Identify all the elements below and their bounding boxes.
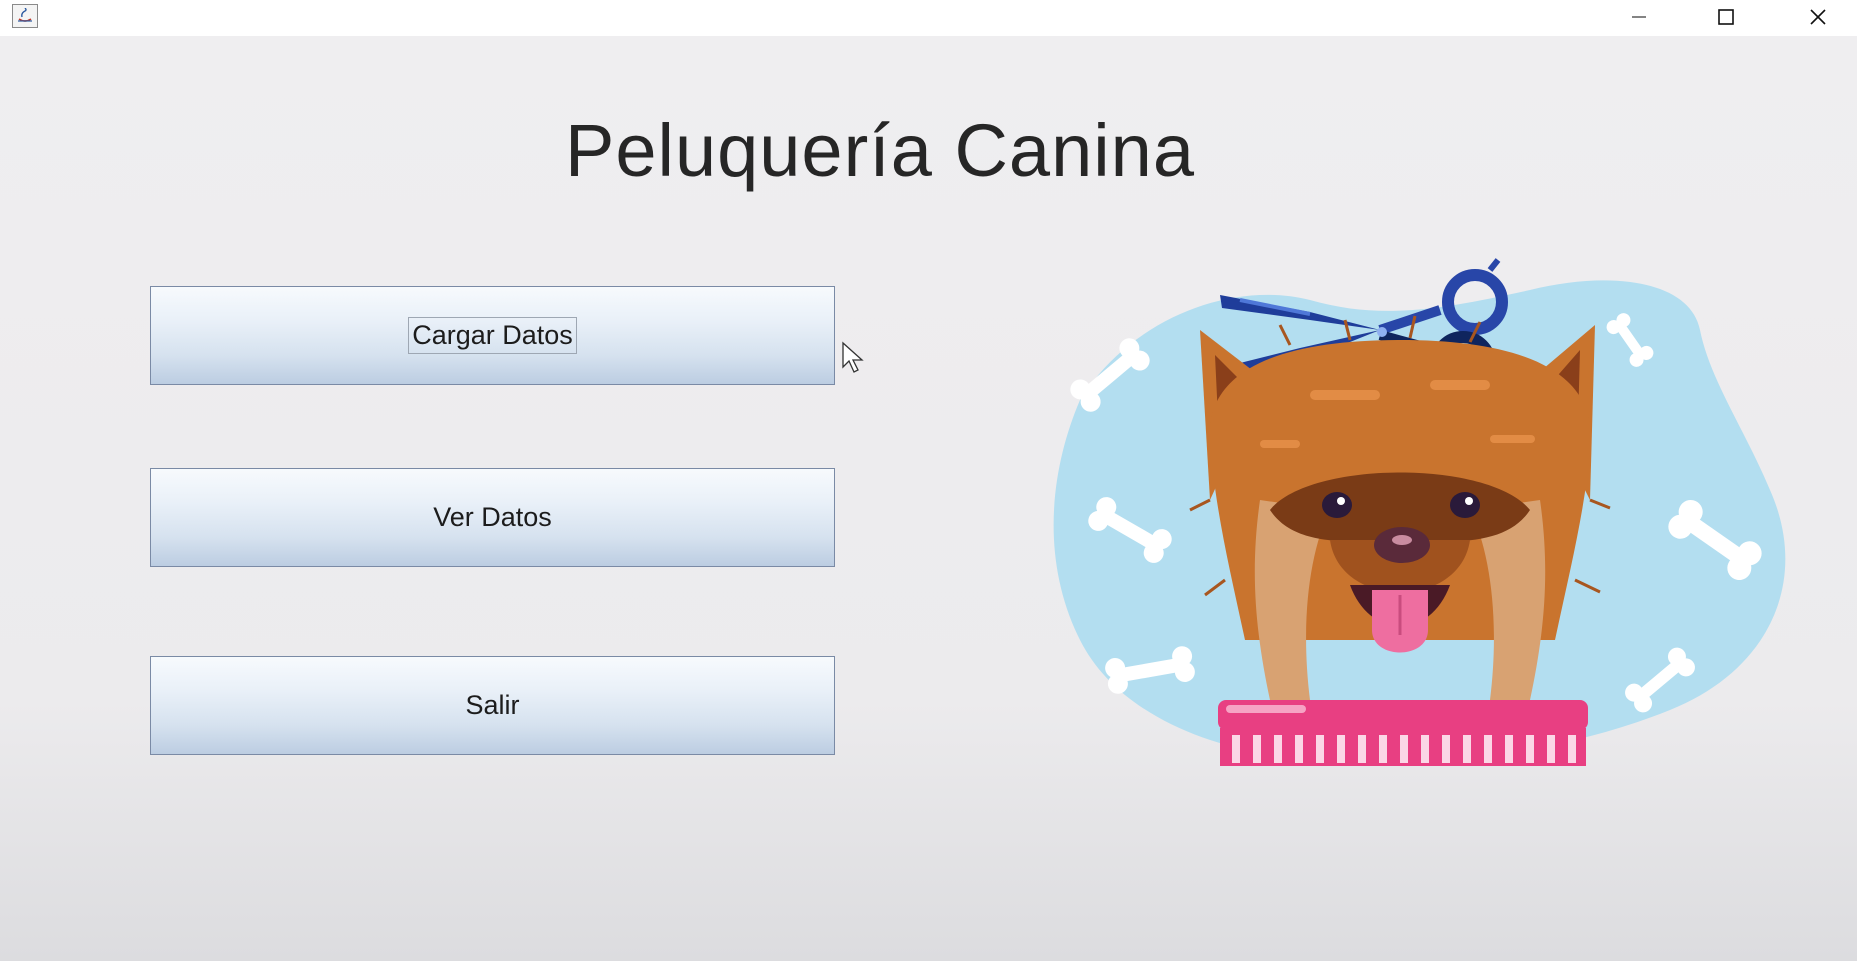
salir-button[interactable]: Salir: [150, 656, 835, 755]
minimize-icon: [1632, 16, 1646, 18]
close-button[interactable]: [1784, 0, 1852, 34]
dog-grooming-illustration: [1053, 258, 1786, 766]
comb-icon: [1218, 700, 1588, 766]
minimize-button[interactable]: [1605, 0, 1673, 34]
maximize-button[interactable]: [1692, 0, 1760, 34]
maximize-icon: [1718, 9, 1734, 25]
page-title: Peluquería Canina: [565, 109, 1195, 192]
close-icon: [1810, 9, 1826, 25]
salir-label: Salir: [465, 690, 520, 720]
cargar-datos-label: Cargar Datos: [408, 317, 577, 354]
mouse-cursor-icon: [842, 341, 864, 373]
java-icon[interactable]: [12, 4, 38, 28]
title-bar: [0, 0, 1857, 36]
ver-datos-label: Ver Datos: [433, 502, 552, 532]
cargar-datos-button[interactable]: Cargar Datos: [150, 286, 835, 385]
ver-datos-button[interactable]: Ver Datos: [150, 468, 835, 567]
